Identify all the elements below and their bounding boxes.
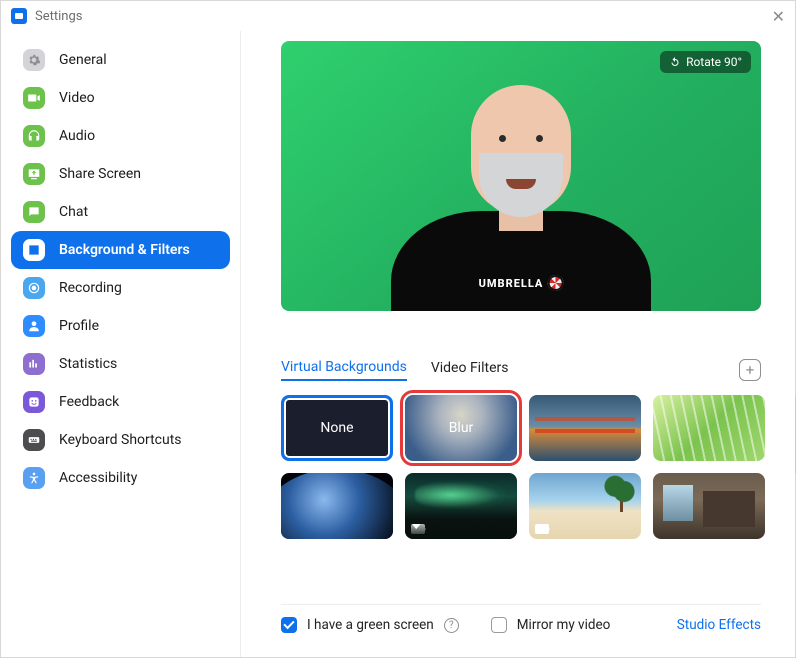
video-preview: Rotate 90° UMBRELLA (281, 41, 761, 311)
background-option-room[interactable] (653, 473, 765, 539)
background-option-beach[interactable] (529, 473, 641, 539)
sidebar-item-profile[interactable]: Profile (11, 307, 230, 345)
background-tabs: Virtual Backgrounds Video Filters + (281, 359, 761, 381)
titlebar: Settings ✕ (1, 1, 795, 31)
background-option-aurora[interactable] (405, 473, 517, 539)
preview-person: UMBRELLA (391, 61, 651, 311)
background-option-earth[interactable] (281, 473, 393, 539)
sidebar-item-label: Recording (59, 280, 122, 296)
background-option-grass[interactable] (653, 395, 765, 461)
thumb-label: None (320, 420, 353, 436)
accessibility-icon (23, 467, 45, 489)
sidebar-item-label: Audio (59, 128, 95, 144)
keyboard-icon (23, 429, 45, 451)
studio-effects-link[interactable]: Studio Effects (677, 617, 761, 633)
profile-icon (23, 315, 45, 337)
record-icon (23, 277, 45, 299)
window-title: Settings (35, 9, 82, 24)
sidebar-item-audio[interactable]: Audio (11, 117, 230, 155)
mirror-video-checkbox[interactable] (491, 617, 507, 633)
sidebar-item-accessibility[interactable]: Accessibility (11, 459, 230, 497)
umbrella-logo-icon (547, 275, 563, 291)
headphones-icon (23, 125, 45, 147)
video-indicator-icon (535, 524, 549, 534)
add-background-button[interactable]: + (739, 359, 761, 381)
sidebar-item-share-screen[interactable]: Share Screen (11, 155, 230, 193)
sidebar-item-chat[interactable]: Chat (11, 193, 230, 231)
statistics-icon (23, 353, 45, 375)
video-icon (23, 87, 45, 109)
share-screen-icon (23, 163, 45, 185)
footer-controls: I have a green screen ? Mirror my video … (281, 604, 761, 647)
help-icon[interactable]: ? (444, 618, 459, 633)
sidebar-item-label: Share Screen (59, 166, 141, 182)
background-option-bridge[interactable] (529, 395, 641, 461)
sidebar-item-label: Accessibility (59, 470, 137, 486)
shirt-brand: UMBRELLA (479, 277, 544, 290)
chat-icon (23, 201, 45, 223)
tab-virtual-backgrounds[interactable]: Virtual Backgrounds (281, 359, 407, 381)
background-grid: None Blur (281, 395, 781, 539)
rotate-label: Rotate 90° (686, 55, 742, 69)
sidebar-item-label: Video (59, 90, 95, 106)
sidebar-item-general[interactable]: General (11, 41, 230, 79)
rotate-button[interactable]: Rotate 90° (660, 51, 751, 73)
background-option-none[interactable]: None (281, 395, 393, 461)
rotate-icon (669, 56, 681, 68)
video-indicator-icon (411, 524, 425, 534)
sidebar-item-background-filters[interactable]: Background & Filters (11, 231, 230, 269)
background-icon (23, 239, 45, 261)
green-screen-label: I have a green screen (307, 617, 434, 633)
sidebar-item-label: Profile (59, 318, 99, 334)
sidebar-item-label: Statistics (59, 356, 117, 372)
feedback-icon (23, 391, 45, 413)
main-panel: Rotate 90° UMBRELLA Virtual Backgrounds … (241, 31, 795, 657)
sidebar-item-label: Background & Filters (59, 242, 190, 258)
thumb-label: Blur (449, 420, 474, 436)
green-screen-checkbox[interactable] (281, 617, 297, 633)
sidebar-item-statistics[interactable]: Statistics (11, 345, 230, 383)
tab-video-filters[interactable]: Video Filters (431, 360, 509, 380)
sidebar-item-label: Keyboard Shortcuts (59, 432, 182, 448)
settings-sidebar: General Video Audio Share Screen Chat Ba… (1, 31, 241, 657)
close-icon[interactable]: ✕ (772, 7, 785, 26)
sidebar-item-label: General (59, 52, 107, 68)
app-icon (11, 8, 27, 24)
background-option-blur[interactable]: Blur (405, 395, 517, 461)
mirror-video-label: Mirror my video (517, 617, 611, 633)
sidebar-item-video[interactable]: Video (11, 79, 230, 117)
sidebar-item-recording[interactable]: Recording (11, 269, 230, 307)
sidebar-item-feedback[interactable]: Feedback (11, 383, 230, 421)
sidebar-item-label: Chat (59, 204, 88, 220)
gear-icon (23, 49, 45, 71)
sidebar-item-label: Feedback (59, 394, 119, 410)
sidebar-item-keyboard-shortcuts[interactable]: Keyboard Shortcuts (11, 421, 230, 459)
